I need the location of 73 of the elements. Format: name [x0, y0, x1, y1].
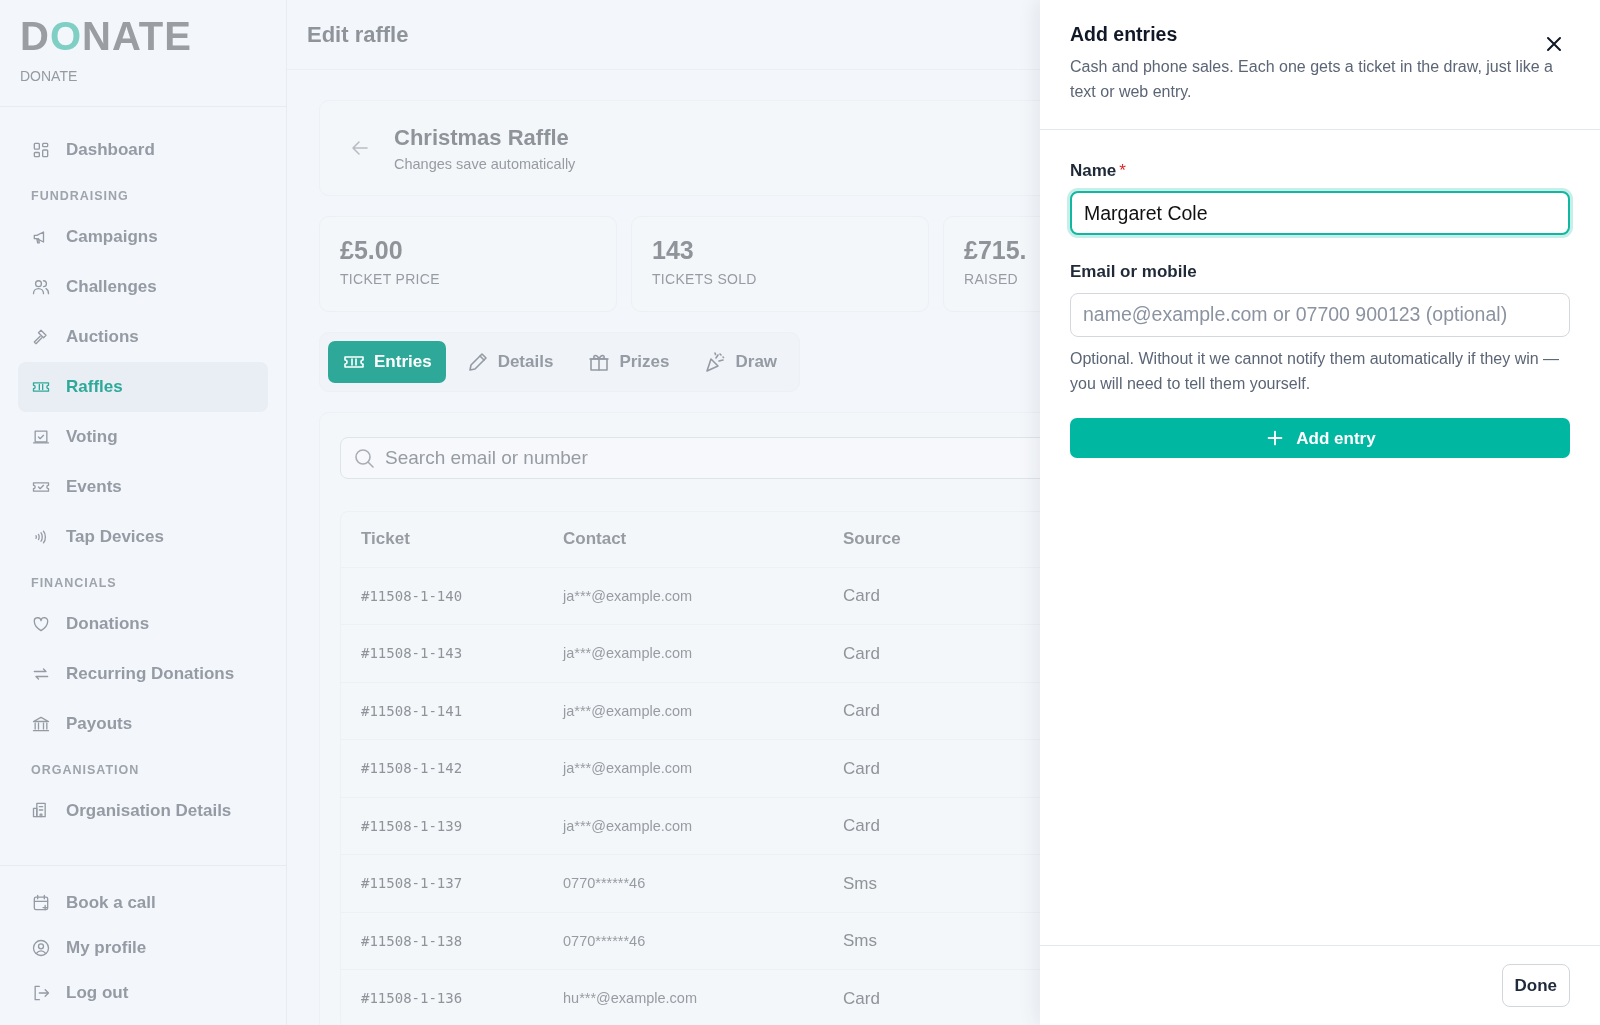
- stat-value: 143: [652, 235, 694, 265]
- organisation-name: DONATE: [20, 67, 78, 86]
- field-label: Email or mobile: [1070, 261, 1197, 284]
- grid-icon: [31, 140, 51, 160]
- sidebar-item[interactable]: Events: [18, 461, 268, 512]
- panel-title: Add entries: [1070, 22, 1178, 47]
- sidebar-item[interactable]: Raffles: [18, 361, 268, 412]
- table-cell: #11508-1-139: [361, 817, 463, 834]
- table-cell: #11508-1-140: [361, 587, 463, 604]
- table-cell: Card: [843, 701, 880, 720]
- calendar-plus-icon: [31, 892, 51, 913]
- sidebar-item[interactable]: Voting: [18, 411, 268, 462]
- panel-description: Cash and phone sales. Each one gets a ticket in the draw, just like a text or web entry.: [1070, 57, 1554, 103]
- table-cell: 0770******46: [563, 932, 646, 949]
- table-cell: Card: [843, 816, 880, 835]
- sidebar-item[interactable]: Donations: [18, 598, 268, 649]
- table-cell: #11508-1-143: [361, 645, 463, 662]
- table-cell: #11508-1-141: [361, 702, 463, 719]
- section-heading: ORGANISATION: [30, 761, 140, 779]
- table-cell: ja***@example.com: [563, 587, 693, 604]
- table-cell: Card: [843, 586, 880, 605]
- sidebar-item[interactable]: Log out: [18, 970, 268, 1015]
- field-label: Name: [1070, 159, 1117, 182]
- sidebar-item[interactable]: Auctions: [18, 311, 268, 362]
- sidebar-item[interactable]: Dashboard: [18, 125, 268, 175]
- sidebar-item[interactable]: Recurring Donations: [18, 648, 268, 699]
- tab[interactable]: Prizes: [573, 341, 684, 383]
- sidebar-item[interactable]: Payouts: [18, 698, 268, 749]
- section-heading: FINANCIALS: [30, 574, 117, 592]
- table-cell: ja***@example.com: [563, 817, 693, 834]
- input-field[interactable]: name@example.com or 07700 900123 (optional): [1070, 292, 1570, 337]
- help-text: Optional. Without it we cannot notify them automatically if they win — you will need to tell them yourself.: [1070, 348, 1561, 394]
- table-cell: Card: [843, 988, 880, 1008]
- table-cell: #11508-1-138: [361, 932, 463, 949]
- table-cell: hu***@example.com: [563, 990, 697, 1007]
- stat-label: RAISED: [964, 270, 1018, 289]
- required-mark: *: [1119, 160, 1126, 180]
- table-cell: ja***@example.com: [563, 645, 693, 662]
- add-entry-button[interactable]: Add entry: [1070, 418, 1570, 459]
- sidebar-item[interactable]: Campaigns: [18, 211, 268, 262]
- done-button[interactable]: Done: [1501, 963, 1570, 1008]
- column-header: Contact: [563, 529, 627, 549]
- table-cell: #11508-1-142: [361, 760, 463, 777]
- table-cell: #11508-1-137: [361, 875, 463, 892]
- page-title: Edit raffle: [307, 21, 409, 49]
- table-cell: ja***@example.com: [563, 702, 693, 719]
- user-circle-icon: [31, 937, 51, 958]
- stat-label: TICKET PRICE: [340, 270, 440, 289]
- logo: DONATE: [20, 14, 192, 58]
- raffle-title: Christmas Raffle: [394, 123, 570, 152]
- section-heading: FUNDRAISING: [30, 188, 129, 205]
- table-cell: #11508-1-136: [361, 990, 463, 1007]
- table-cell: Card: [843, 758, 880, 778]
- tab[interactable]: Draw: [689, 341, 792, 383]
- stat-value: £5.00: [340, 235, 403, 265]
- sidebar-item[interactable]: Challenges: [18, 261, 268, 312]
- column-header: Ticket: [361, 529, 410, 549]
- column-header: Source: [843, 529, 901, 549]
- table-cell: 0770******46: [563, 875, 646, 892]
- table-cell: ja***@example.com: [563, 760, 693, 777]
- sidebar-item[interactable]: Tap Devices: [18, 511, 268, 562]
- input-field[interactable]: Margaret Cole: [1070, 191, 1570, 236]
- save-status: Changes save automatically: [394, 154, 576, 174]
- sidebar-item[interactable]: My profile: [18, 925, 268, 970]
- sidebar-item[interactable]: Book a call: [18, 880, 268, 925]
- table-cell: Sms: [843, 931, 877, 950]
- sidebar-item[interactable]: Organisation Details: [18, 785, 268, 836]
- stat-label: TICKETS SOLD: [652, 270, 757, 289]
- tab[interactable]: Details: [451, 341, 568, 383]
- table-cell: Card: [843, 643, 880, 663]
- stat-value: £715.: [964, 235, 1027, 265]
- tab[interactable]: Entries: [328, 341, 446, 383]
- table-cell: Sms: [843, 873, 877, 893]
